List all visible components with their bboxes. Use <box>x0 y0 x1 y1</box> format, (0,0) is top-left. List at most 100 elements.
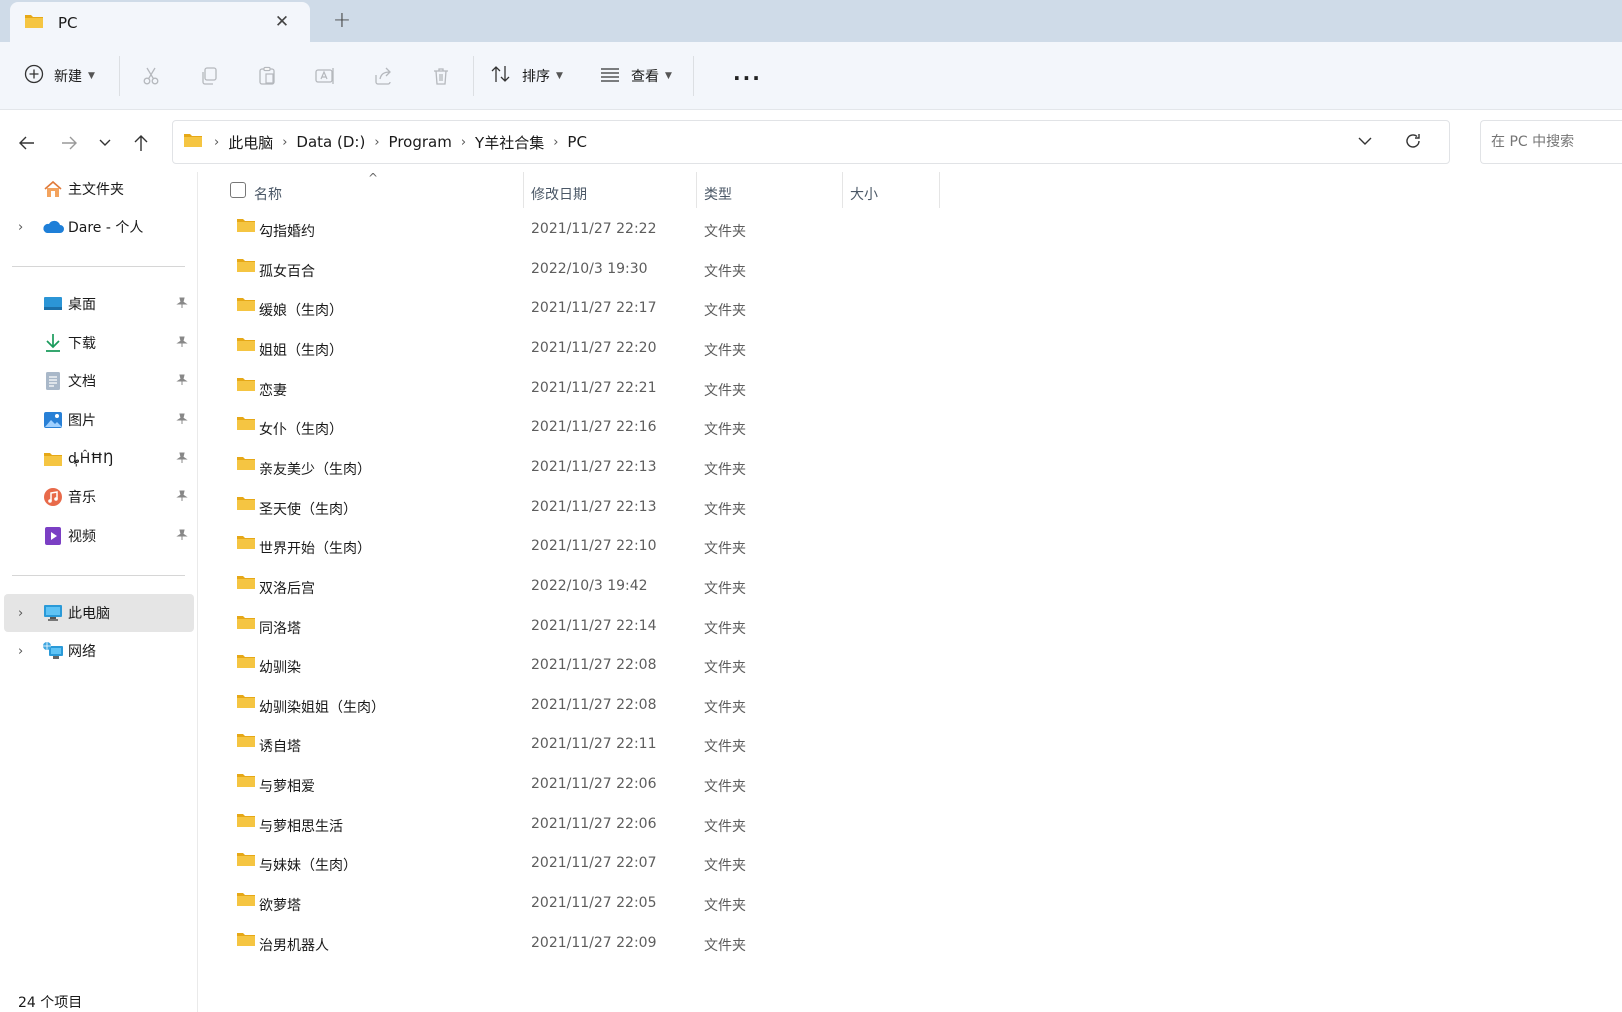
search-input[interactable] <box>1480 120 1622 164</box>
toolbar-divider <box>693 56 694 96</box>
paste-icon[interactable] <box>251 60 283 92</box>
breadcrumb-this-pc[interactable]: 此电脑 <box>228 132 273 153</box>
column-header-name[interactable]: 名称 <box>254 184 282 204</box>
column-resize-handle[interactable] <box>523 172 524 208</box>
sort-button[interactable]: 排序 ▼ <box>490 58 563 94</box>
pin-icon[interactable] <box>176 529 188 545</box>
plus-circle-icon <box>24 64 44 88</box>
pin-icon[interactable] <box>176 490 188 506</box>
folder-icon <box>183 132 203 152</box>
select-all-checkbox[interactable] <box>230 182 246 198</box>
file-row[interactable]: 治男机器人 2021/11/27 22:09 文件夹 <box>198 922 1622 962</box>
file-row[interactable]: 同洛塔 2021/11/27 22:14 文件夹 <box>198 605 1622 645</box>
file-row[interactable]: 勾指婚约 2021/11/27 22:22 文件夹 <box>198 208 1622 248</box>
file-row[interactable]: 诱自塔 2021/11/27 22:11 文件夹 <box>198 723 1622 763</box>
breadcrumb-collection[interactable]: Y羊社合集 <box>475 132 544 153</box>
file-type: 文件夹 <box>704 937 746 954</box>
file-row[interactable]: 孤女百合 2022/10/3 19:30 文件夹 <box>198 248 1622 288</box>
status-item-count: 24 个项目 <box>18 995 83 1011</box>
recent-locations-chevron-icon[interactable] <box>90 128 120 158</box>
sidebar-item-downloads[interactable]: 下载 <box>4 324 194 362</box>
pin-icon[interactable] <box>176 374 188 390</box>
file-row[interactable]: 恋妻 2021/11/27 22:21 文件夹 <box>198 367 1622 407</box>
chevron-right-icon[interactable]: › <box>18 220 23 235</box>
column-resize-handle[interactable] <box>939 172 940 208</box>
breadcrumb-data-d[interactable]: Data (D:) <box>296 133 365 151</box>
file-row[interactable]: 与妹妹（生肉） 2021/11/27 22:07 文件夹 <box>198 842 1622 882</box>
file-modified-date: 2021/11/27 22:06 <box>531 815 657 832</box>
pin-icon[interactable] <box>176 452 188 468</box>
pin-icon[interactable] <box>176 336 188 352</box>
sidebar-item-onedrive[interactable]: › Dare - 个人 <box>4 208 194 246</box>
sidebar-item-pictures[interactable]: 图片 <box>4 401 194 439</box>
folder-icon <box>42 448 64 470</box>
breadcrumb-program[interactable]: Program <box>389 133 452 151</box>
file-row[interactable]: 世界开始（生肉） 2021/11/27 22:10 文件夹 <box>198 525 1622 565</box>
file-row[interactable]: 女仆（生肉） 2021/11/27 22:16 文件夹 <box>198 406 1622 446</box>
delete-icon[interactable] <box>425 60 457 92</box>
sidebar-item-this-pc[interactable]: › 此电脑 <box>4 594 194 632</box>
sidebar-item-label: 文档 <box>68 374 96 390</box>
folder-icon <box>236 931 256 949</box>
file-type: 文件夹 <box>704 739 746 756</box>
chevron-right-icon[interactable]: › <box>18 644 23 659</box>
sidebar-divider <box>12 266 185 267</box>
chevron-right-icon[interactable]: › <box>18 606 23 621</box>
tab-pc[interactable]: PC ✕ <box>10 2 310 44</box>
file-row[interactable]: 亲友美少（生肉） 2021/11/27 22:13 文件夹 <box>198 446 1622 486</box>
file-row[interactable]: 与萝相爱 2021/11/27 22:06 文件夹 <box>198 763 1622 803</box>
file-type: 文件夹 <box>704 303 746 320</box>
sidebar-item-music[interactable]: 音乐 <box>4 478 194 516</box>
file-row[interactable]: 双洛后宫 2022/10/3 19:42 文件夹 <box>198 565 1622 605</box>
sidebar-item-videos[interactable]: 视频 <box>4 517 194 555</box>
more-options-button[interactable]: ··· <box>733 66 762 90</box>
share-icon[interactable] <box>367 60 399 92</box>
file-row[interactable]: 欲萝塔 2021/11/27 22:05 文件夹 <box>198 882 1622 922</box>
new-tab-button[interactable]: + <box>330 10 354 34</box>
pin-icon[interactable] <box>176 413 188 429</box>
file-row[interactable]: 缓娘（生肉） 2021/11/27 22:17 文件夹 <box>198 287 1622 327</box>
sidebar-item-label: 图片 <box>68 413 96 429</box>
sidebar-item-network[interactable]: › 网络 <box>4 632 194 670</box>
breadcrumb-pc[interactable]: PC <box>567 133 587 151</box>
refresh-icon[interactable] <box>1403 131 1423 155</box>
toolbar-divider <box>473 56 474 96</box>
sidebar-item-desktop[interactable]: 桌面 <box>4 285 194 323</box>
new-button[interactable]: 新建 ▼ <box>24 58 95 94</box>
command-bar: 新建 ▼ 排序 ▼ 查看 ▼ ··· <box>0 42 1622 110</box>
folder-icon <box>236 772 256 790</box>
music-icon <box>42 486 64 508</box>
view-button[interactable]: 查看 ▼ <box>599 58 672 94</box>
cut-icon[interactable] <box>135 60 167 92</box>
file-row[interactable]: 幼驯染 2021/11/27 22:08 文件夹 <box>198 644 1622 684</box>
sidebar-item-label: 网络 <box>68 644 96 660</box>
file-row[interactable]: 与萝相思生活 2021/11/27 22:06 文件夹 <box>198 803 1622 843</box>
sidebar-item-label: 桌面 <box>68 297 96 313</box>
sidebar-item-home[interactable]: 主文件夹 <box>4 170 194 208</box>
sidebar-item-documents[interactable]: 文档 <box>4 362 194 400</box>
sidebar-item-custom-folder[interactable]: ȡ̩ĤĦŊ <box>4 440 194 478</box>
pin-icon[interactable] <box>176 297 188 313</box>
close-tab-icon[interactable]: ✕ <box>272 12 292 32</box>
file-modified-date: 2021/11/27 22:07 <box>531 855 657 872</box>
file-row[interactable]: 圣天使（生肉） 2021/11/27 22:13 文件夹 <box>198 486 1622 526</box>
column-header-size[interactable]: 大小 <box>850 184 878 204</box>
column-resize-handle[interactable] <box>842 172 843 208</box>
column-header-date[interactable]: 修改日期 <box>531 184 587 204</box>
address-bar[interactable]: › 此电脑 › Data (D:) › Program › Y羊社合集 › PC <box>172 120 1450 164</box>
up-arrow-icon[interactable] <box>126 128 156 158</box>
file-row[interactable]: 幼驯染姐姐（生肉） 2021/11/27 22:08 文件夹 <box>198 684 1622 724</box>
back-arrow-icon[interactable] <box>12 128 42 158</box>
address-history-chevron-icon[interactable] <box>1357 133 1373 153</box>
file-name: 与萝相思生活 <box>259 818 343 835</box>
breadcrumb-separator-icon: › <box>553 134 559 150</box>
rename-icon[interactable] <box>309 60 341 92</box>
copy-icon[interactable] <box>193 60 225 92</box>
this-pc-icon <box>42 602 64 624</box>
sidebar-item-label: 主文件夹 <box>68 182 124 198</box>
column-resize-handle[interactable] <box>696 172 697 208</box>
forward-arrow-icon[interactable] <box>54 128 84 158</box>
column-header-type[interactable]: 类型 <box>704 184 732 204</box>
file-modified-date: 2021/11/27 22:13 <box>531 458 657 475</box>
file-row[interactable]: 姐姐（生肉） 2021/11/27 22:20 文件夹 <box>198 327 1622 367</box>
